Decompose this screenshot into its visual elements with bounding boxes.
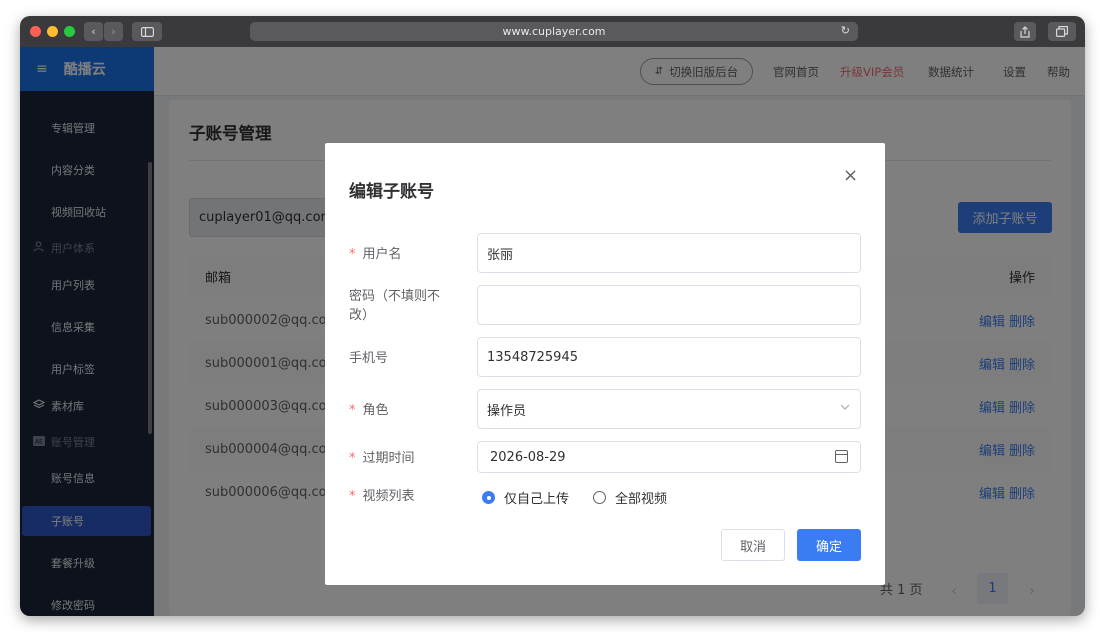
calendar-icon (835, 450, 848, 463)
cancel-button[interactable]: 取消 (721, 529, 785, 561)
close-window-button[interactable] (30, 26, 41, 37)
share-icon (1020, 25, 1030, 38)
forward-button[interactable]: › (104, 22, 123, 41)
close-icon[interactable]: × (843, 165, 858, 186)
expire-date-picker[interactable]: 2026-08-29 (477, 441, 861, 473)
radio-own-uploads[interactable]: 仅自己上传 (482, 488, 569, 507)
reload-icon[interactable]: ↻ (841, 24, 850, 37)
confirm-button[interactable]: 确定 (797, 529, 861, 561)
role-label: * 角色 (349, 403, 389, 418)
zoom-window-button[interactable] (64, 26, 75, 37)
minimize-window-button[interactable] (47, 26, 58, 37)
url-text: www.cuplayer.com (502, 25, 606, 38)
chevron-right-icon: › (111, 25, 116, 38)
chevron-down-icon (840, 402, 850, 413)
tabs-icon (1056, 26, 1068, 37)
phone-label: 手机号 (349, 351, 389, 366)
radio-label: 全部视频 (615, 492, 668, 507)
share-button[interactable] (1014, 22, 1036, 41)
expire-label: * 过期时间 (349, 451, 415, 466)
back-button[interactable]: ‹ (84, 22, 103, 41)
tabs-button[interactable] (1048, 22, 1076, 41)
password-field[interactable] (477, 285, 861, 325)
expire-date-value: 2026-08-29 (490, 449, 566, 465)
browser-window: ‹ › www.cuplayer.com ↻ ≡ 酷播云 ⇵ 切换旧版后台 官网… (20, 16, 1085, 616)
radio-checked-icon (482, 491, 495, 504)
radio-label: 仅自己上传 (504, 492, 570, 507)
role-select[interactable]: 操作员 (477, 389, 861, 429)
username-field[interactable]: 张丽 (477, 233, 861, 273)
username-label: * 用户名 (349, 247, 402, 262)
sidebar-icon (140, 26, 154, 37)
dialog-title: 编辑子账号 (349, 182, 434, 202)
edit-sub-account-dialog: 编辑子账号 × * 用户名 张丽 密码（不填则不 改） 手机号 1354872594… (325, 143, 885, 585)
sidebar-toggle-button[interactable] (132, 22, 162, 41)
phone-field[interactable]: 13548725945 (477, 337, 861, 377)
video-list-label: * 视频列表 (349, 489, 415, 504)
radio-unchecked-icon (593, 491, 606, 504)
role-value: 操作员 (487, 403, 527, 419)
chevron-left-icon: ‹ (91, 25, 96, 38)
address-bar[interactable]: www.cuplayer.com ↻ (250, 22, 858, 41)
radio-all-videos[interactable]: 全部视频 (593, 488, 667, 507)
password-label: 密码（不填则不 改） (349, 289, 441, 323)
browser-titlebar: ‹ › www.cuplayer.com ↻ (20, 16, 1085, 47)
